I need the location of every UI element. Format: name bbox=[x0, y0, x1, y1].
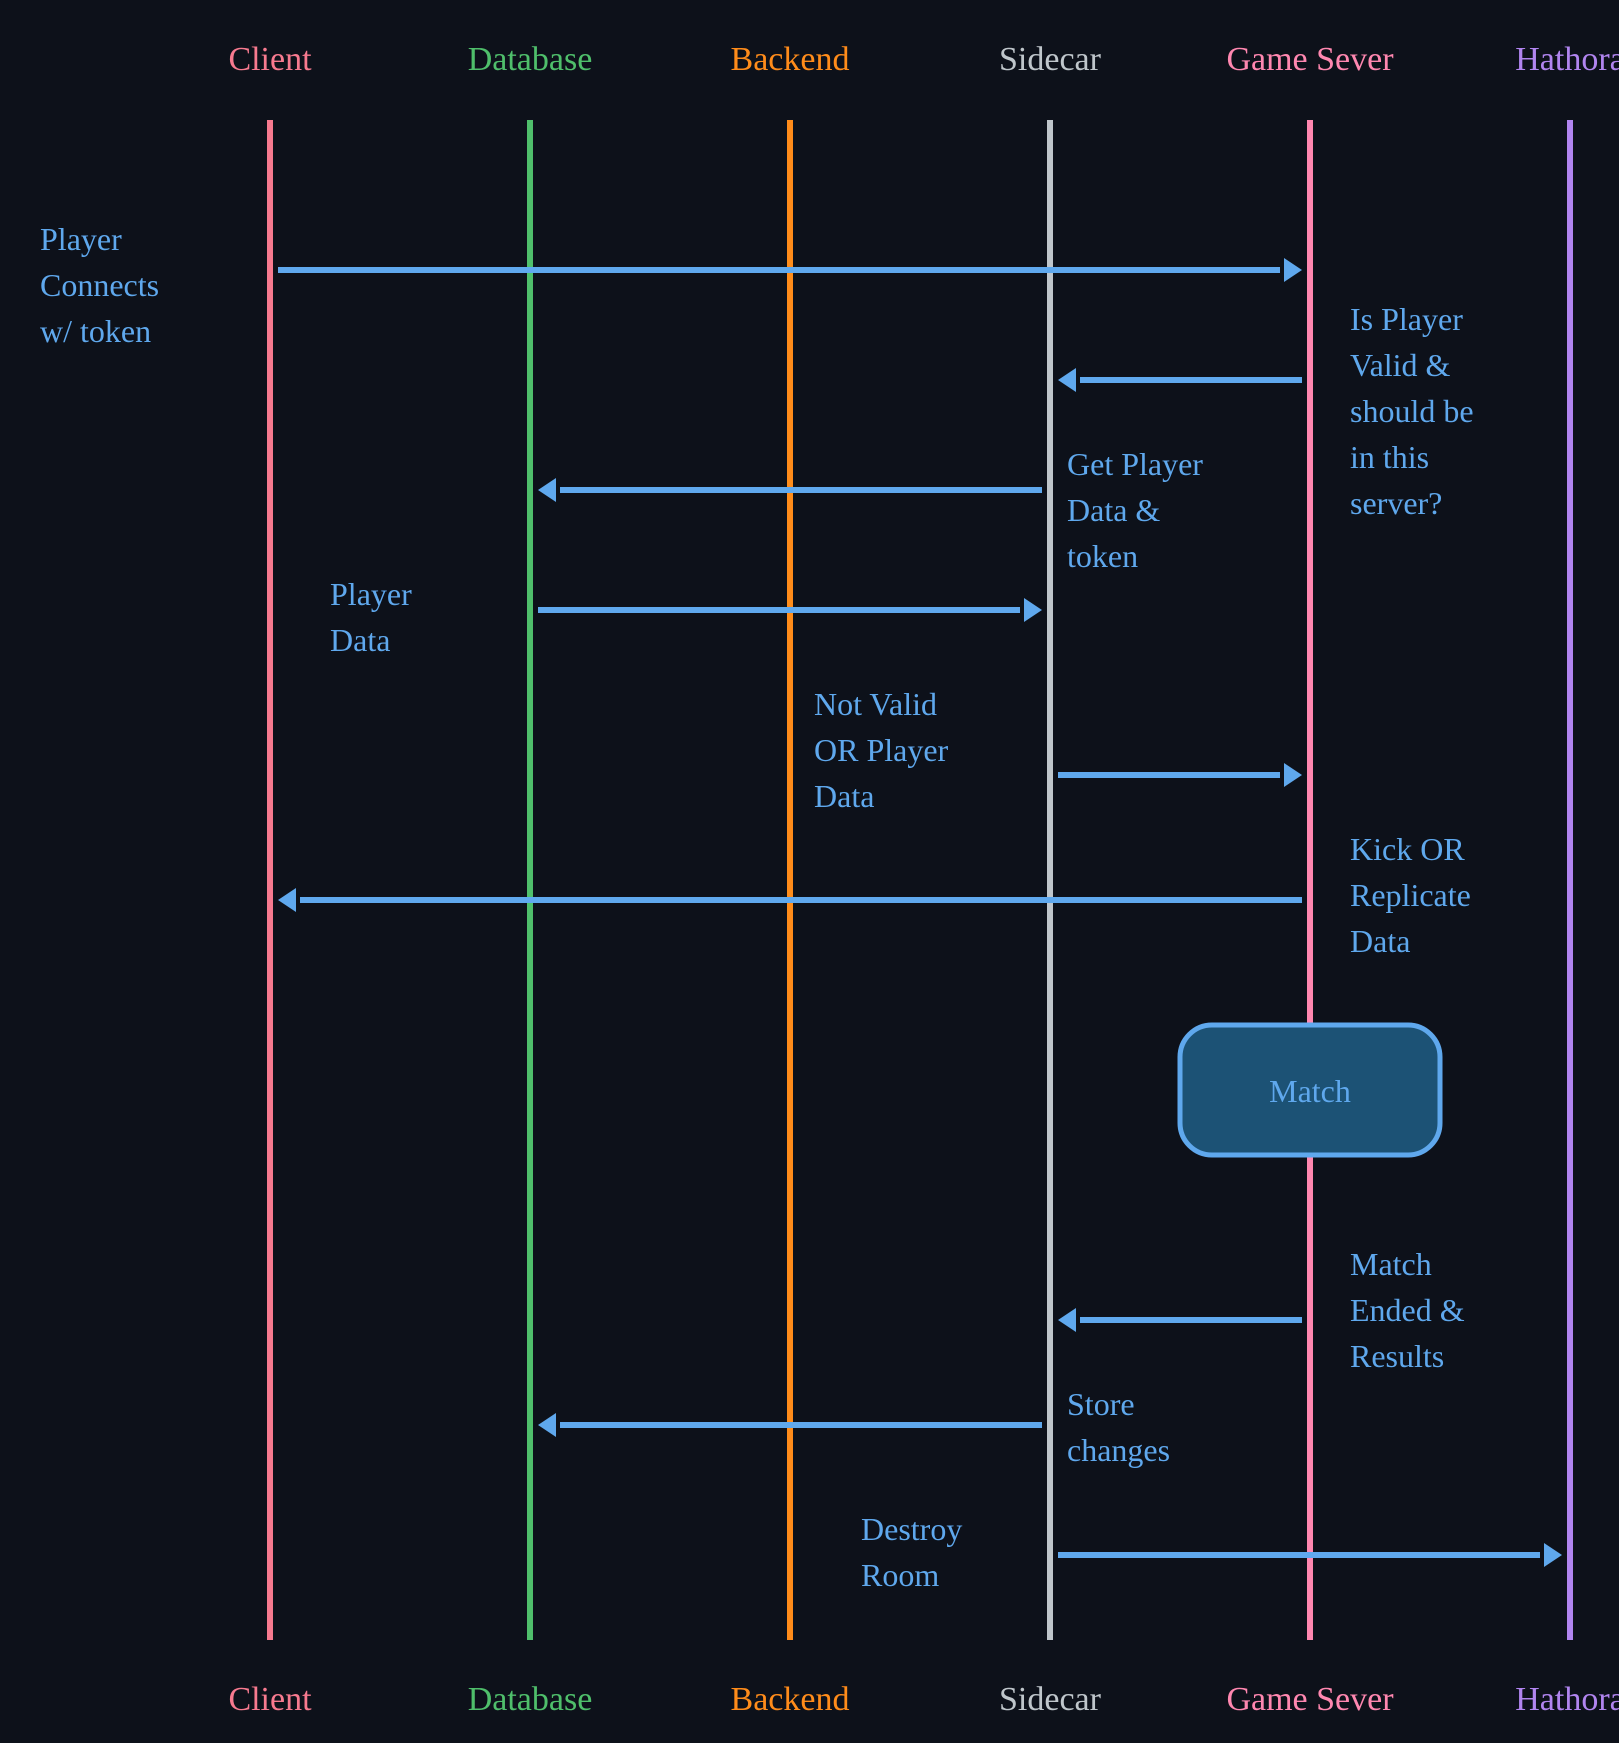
arrowhead-store-changes bbox=[538, 1413, 556, 1437]
svg-text:w/ token: w/ token bbox=[40, 313, 151, 349]
label-is-player-valid: Is Player Valid & should be in this server? bbox=[1350, 301, 1474, 521]
label-not-valid: Not Valid OR Player Data bbox=[814, 686, 949, 814]
arrowhead-kick-replicate bbox=[278, 888, 296, 912]
lane-top-database: Database bbox=[468, 41, 593, 78]
arrowhead-is-player-valid bbox=[1058, 368, 1076, 392]
svg-text:Replicate: Replicate bbox=[1350, 877, 1471, 913]
svg-text:Results: Results bbox=[1350, 1338, 1444, 1374]
arrowhead-not-valid bbox=[1284, 763, 1302, 787]
svg-text:Data: Data bbox=[1350, 923, 1410, 959]
svg-text:Get Player: Get Player bbox=[1067, 446, 1203, 482]
lane-bottom-hathora: Hathora bbox=[1515, 1681, 1619, 1718]
arrowhead-player-connects bbox=[1284, 258, 1302, 282]
svg-text:Ended &: Ended & bbox=[1350, 1292, 1465, 1328]
lane-bottom-gameserver: Game Sever bbox=[1226, 1681, 1394, 1718]
svg-text:Player: Player bbox=[40, 221, 122, 257]
svg-text:Room: Room bbox=[861, 1557, 939, 1593]
arrowhead-match-ended bbox=[1058, 1308, 1076, 1332]
svg-text:OR Player: OR Player bbox=[814, 732, 949, 768]
lane-bottom-client: Client bbox=[228, 1681, 312, 1718]
svg-text:Data: Data bbox=[330, 622, 390, 658]
svg-text:in this: in this bbox=[1350, 439, 1429, 475]
lane-bottom-database: Database bbox=[468, 1681, 593, 1718]
lane-top-client: Client bbox=[228, 41, 312, 78]
svg-text:Connects: Connects bbox=[40, 267, 159, 303]
svg-text:changes: changes bbox=[1067, 1432, 1170, 1468]
label-match-ended: Match Ended & Results bbox=[1350, 1246, 1465, 1374]
svg-text:Player: Player bbox=[330, 576, 412, 612]
lane-top-gameserver: Game Sever bbox=[1226, 41, 1394, 78]
lane-top-hathora: Hathora bbox=[1515, 41, 1619, 78]
label-player-data: Player Data bbox=[330, 576, 412, 658]
svg-text:token: token bbox=[1067, 538, 1138, 574]
sequence-diagram: Client Database Backend Sidecar Game Sever Ha… bbox=[0, 0, 1619, 1743]
svg-text:Data &: Data & bbox=[1067, 492, 1160, 528]
lane-bottom-backend: Backend bbox=[731, 1681, 850, 1718]
lane-bottom-sidecar: Sidecar bbox=[999, 1681, 1102, 1718]
svg-text:Data: Data bbox=[814, 778, 874, 814]
label-kick-replicate: Kick OR Replicate Data bbox=[1350, 831, 1471, 959]
svg-text:Kick OR: Kick OR bbox=[1350, 831, 1465, 867]
lane-top-sidecar: Sidecar bbox=[999, 41, 1102, 78]
label-player-connects: Player Connects w/ token bbox=[40, 221, 159, 349]
svg-text:Store: Store bbox=[1067, 1386, 1135, 1422]
svg-text:Valid &: Valid & bbox=[1350, 347, 1451, 383]
svg-text:server?: server? bbox=[1350, 485, 1442, 521]
lane-top-backend: Backend bbox=[731, 41, 850, 78]
arrowhead-player-data bbox=[1024, 598, 1042, 622]
svg-text:should be: should be bbox=[1350, 393, 1474, 429]
label-get-player-data: Get Player Data & token bbox=[1067, 446, 1203, 574]
svg-text:Is Player: Is Player bbox=[1350, 301, 1463, 337]
svg-text:Not Valid: Not Valid bbox=[814, 686, 937, 722]
label-store-changes: Store changes bbox=[1067, 1386, 1170, 1468]
svg-text:Match: Match bbox=[1350, 1246, 1432, 1282]
label-destroy-room: Destroy Room bbox=[861, 1511, 962, 1593]
svg-text:Destroy: Destroy bbox=[861, 1511, 962, 1547]
arrowhead-destroy-room bbox=[1544, 1543, 1562, 1567]
match-node-label: Match bbox=[1269, 1073, 1351, 1109]
arrowhead-get-player-data bbox=[538, 478, 556, 502]
